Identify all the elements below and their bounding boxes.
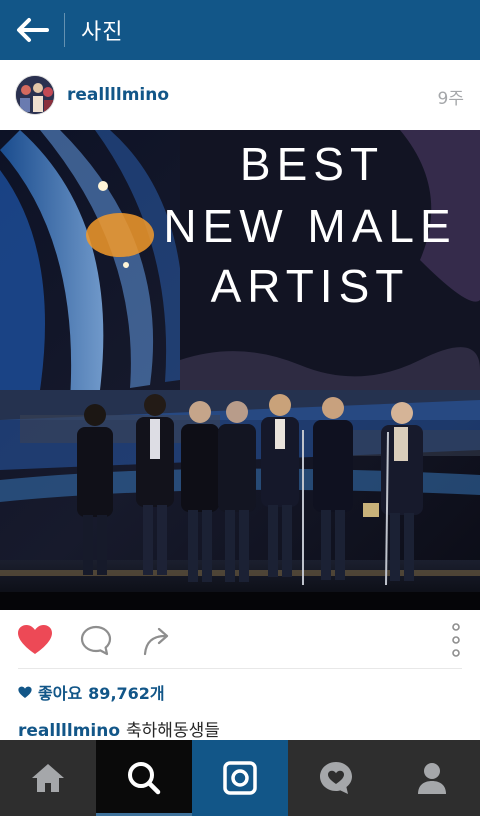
person-icon — [418, 763, 446, 794]
share-arrow-icon — [143, 627, 169, 656]
camera-icon — [223, 761, 257, 795]
tab-camera[interactable] — [192, 740, 288, 816]
heart-bubble-icon — [320, 762, 352, 794]
likes-count: 89,762개 — [88, 684, 165, 703]
likes-row[interactable]: 좋아요 89,762개 — [18, 680, 165, 704]
search-icon — [128, 762, 161, 795]
photo-text-line-2: NEW MALE — [163, 200, 456, 252]
tab-search[interactable] — [96, 740, 192, 816]
post-header: reallllmino 9주 — [0, 60, 480, 130]
comment-button[interactable] — [78, 622, 114, 658]
avatar[interactable] — [15, 75, 55, 115]
caption-username[interactable]: reallllmino — [18, 721, 120, 741]
photo-text-line-3: ARTIST — [211, 260, 410, 312]
small-heart-icon — [18, 686, 32, 699]
app-bar: 사진 — [0, 0, 480, 60]
back-button[interactable] — [0, 0, 64, 60]
likes-label: 좋아요 — [38, 684, 83, 703]
tab-home[interactable] — [0, 740, 96, 816]
arrow-left-icon — [17, 18, 49, 42]
actions-divider — [18, 668, 462, 669]
more-vertical-icon — [452, 623, 460, 657]
like-button[interactable] — [17, 622, 53, 658]
home-icon — [32, 764, 64, 792]
post-actions — [0, 610, 480, 668]
comment-bubble-icon — [80, 625, 112, 656]
tab-profile[interactable] — [384, 740, 480, 816]
post-time: 9주 — [437, 89, 464, 109]
caption-text: 축하해동생들 — [126, 721, 220, 741]
share-button[interactable] — [140, 622, 176, 658]
post-username[interactable]: reallllmino — [67, 85, 169, 105]
more-options-button[interactable] — [438, 622, 474, 658]
heart-icon — [18, 625, 52, 654]
post-photo[interactable]: BEST NEW MALE ARTIST — [0, 130, 480, 610]
photo-text-line-1: BEST — [240, 138, 384, 190]
app-bar-divider — [64, 13, 65, 47]
bottom-tab-bar — [0, 740, 480, 816]
tab-activity[interactable] — [288, 740, 384, 816]
post-caption: reallllmino 축하해동생들 — [18, 716, 220, 741]
page-title: 사진 — [81, 20, 124, 45]
